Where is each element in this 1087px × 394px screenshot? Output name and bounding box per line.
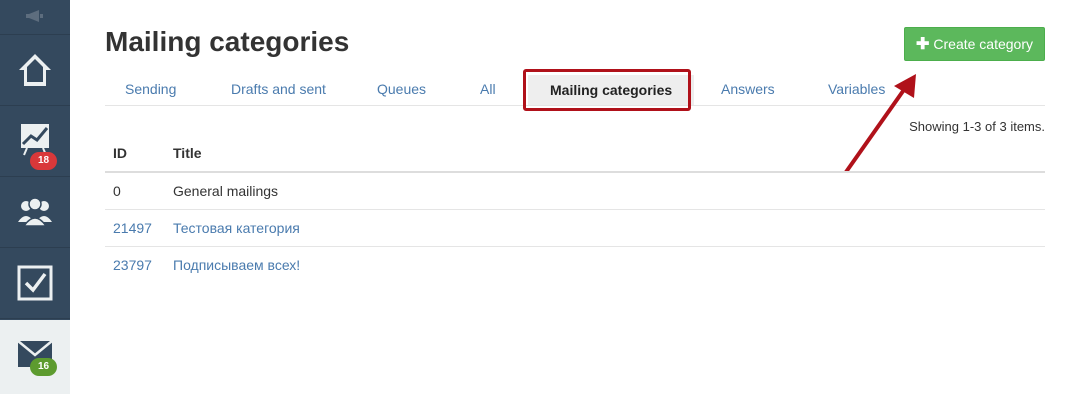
table-row: 23797 Подписываем всех! bbox=[105, 247, 1045, 283]
notification-badge: 18 bbox=[30, 152, 58, 170]
sidebar-item-home[interactable] bbox=[0, 35, 70, 106]
row-title-link[interactable]: Тестовая категория bbox=[173, 220, 300, 236]
chart-icon bbox=[21, 124, 49, 156]
table-row: 21497 Тестовая категория bbox=[105, 210, 1045, 247]
megaphone-icon bbox=[26, 10, 43, 22]
row-id: 0 bbox=[113, 183, 121, 199]
sidebar-item-statistics[interactable]: 18 bbox=[0, 106, 70, 177]
create-category-button[interactable]: ✚ Create category bbox=[904, 27, 1045, 61]
tab-all[interactable]: All bbox=[480, 71, 496, 105]
sidebar-top[interactable] bbox=[0, 0, 70, 35]
tab-queues[interactable]: Queues bbox=[377, 71, 426, 105]
table-header: ID Title bbox=[105, 135, 1045, 173]
summary-text: Showing 1-3 of 3 items. bbox=[909, 119, 1045, 134]
annotation-highlight bbox=[523, 69, 691, 111]
page-title: Mailing categories bbox=[105, 26, 350, 57]
categories-table: ID Title 0 General mailings 21497 Тестов… bbox=[105, 135, 1045, 283]
sidebar: 18 16 bbox=[0, 0, 70, 394]
column-header-title[interactable]: Title bbox=[173, 145, 202, 161]
tab-sending[interactable]: Sending bbox=[125, 71, 176, 105]
table-row: 0 General mailings bbox=[105, 173, 1045, 210]
tab-drafts-and-sent[interactable]: Drafts and sent bbox=[231, 71, 326, 105]
users-icon bbox=[18, 197, 52, 227]
row-title-link[interactable]: Подписываем всех! bbox=[173, 257, 300, 273]
notification-badge: 16 bbox=[30, 358, 58, 376]
row-id-link[interactable]: 21497 bbox=[113, 220, 152, 236]
row-id-link[interactable]: 23797 bbox=[113, 257, 152, 273]
sidebar-item-contacts[interactable] bbox=[0, 177, 70, 248]
create-category-label: Create category bbox=[933, 36, 1033, 52]
plus-icon: ✚ bbox=[915, 36, 930, 53]
sidebar-item-mailings[interactable]: 16 bbox=[0, 320, 70, 394]
checkbox-icon bbox=[17, 265, 53, 301]
tab-answers[interactable]: Answers bbox=[721, 71, 775, 105]
home-icon bbox=[19, 54, 51, 86]
column-header-id[interactable]: ID bbox=[113, 145, 127, 161]
row-title: General mailings bbox=[173, 183, 279, 199]
sidebar-item-tasks[interactable] bbox=[0, 248, 70, 319]
